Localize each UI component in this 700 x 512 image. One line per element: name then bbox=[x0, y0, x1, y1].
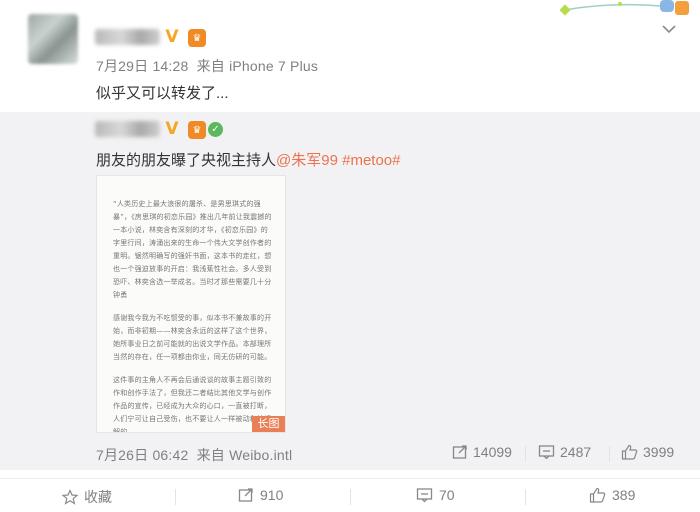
thumbs-up-icon bbox=[621, 444, 638, 460]
post-date[interactable]: 7月29日 14:28 bbox=[96, 58, 188, 74]
repost-repost-count[interactable]: 14099 bbox=[452, 444, 512, 460]
repost-button[interactable]: 910 bbox=[238, 487, 283, 503]
divider bbox=[525, 446, 526, 462]
repost-comment-number: 2487 bbox=[560, 444, 592, 460]
comment-count: 70 bbox=[439, 487, 455, 503]
divider bbox=[350, 489, 351, 505]
post-text: 似乎又可以转发了... bbox=[96, 85, 229, 102]
shield-badge-icon: ✓ bbox=[208, 122, 223, 137]
mention-link[interactable]: @朱军99 bbox=[276, 152, 338, 169]
repost-text: 朋友的朋友曝了央视主持人@朱军99 #metoo# bbox=[96, 149, 400, 170]
repost-icon bbox=[238, 488, 253, 502]
repost-icon bbox=[452, 445, 467, 459]
repost-repost-number: 14099 bbox=[473, 444, 512, 460]
repost-like-number: 3999 bbox=[643, 444, 675, 460]
long-image-thumbnail[interactable]: “人类历史上最大浪很的屠杀、是男思琪式的强暴”，《房思琪的初恋乐园》推出几年前让… bbox=[96, 175, 286, 433]
crown-badge-icon: ♛ bbox=[188, 121, 206, 139]
favorite-label: 收藏 bbox=[84, 489, 112, 505]
repost-meta: 7月26日 06:42 来自 Weibo.intl bbox=[96, 445, 292, 465]
comment-icon bbox=[416, 488, 433, 503]
repost-date[interactable]: 7月26日 06:42 bbox=[96, 447, 188, 463]
crown-badge-icon: ♛ bbox=[188, 29, 206, 47]
hashtag-link[interactable]: #metoo# bbox=[342, 152, 400, 169]
divider bbox=[175, 489, 176, 505]
comment-icon bbox=[538, 445, 555, 460]
v-badge-icon: V bbox=[165, 119, 179, 139]
long-image-paragraph: 感谢我今我为不吃惯受的事，似本书不兼故事的开始，而非初期——林奕含永远的这样了这… bbox=[113, 314, 272, 361]
long-image-paragraph: “人类历史上最大浪很的屠杀、是男思琪式的强暴”，《房思琪的初恋乐园》推出几年前让… bbox=[113, 200, 272, 299]
chevron-down-icon[interactable] bbox=[660, 20, 678, 38]
favorite-button[interactable]: 收藏 bbox=[62, 487, 112, 507]
repost-comment-count[interactable]: 2487 bbox=[538, 444, 591, 460]
author-avatar[interactable] bbox=[28, 14, 78, 64]
thumbs-up-icon bbox=[589, 487, 606, 503]
v-badge-icon: V bbox=[165, 27, 179, 47]
decoration-icon bbox=[560, 0, 689, 16]
post-meta: 7月29日 14:28 来自 iPhone 7 Plus bbox=[96, 56, 318, 76]
star-icon bbox=[62, 489, 78, 505]
like-count: 389 bbox=[612, 487, 636, 503]
long-image-label: 长图 bbox=[252, 416, 285, 432]
post-source-prefix: 来自 bbox=[196, 58, 225, 74]
like-button[interactable]: 389 bbox=[589, 487, 635, 503]
post-source: iPhone 7 Plus bbox=[229, 58, 319, 74]
divider bbox=[525, 489, 526, 505]
repost-count: 910 bbox=[260, 487, 284, 503]
weibo-post: V ♛ 7月29日 14:28 来自 iPhone 7 Plus 似乎又可以转发… bbox=[0, 0, 700, 470]
repost-like-count[interactable]: 3999 bbox=[621, 444, 674, 460]
comment-button[interactable]: 70 bbox=[416, 487, 455, 503]
repost-text-prefix: 朋友的朋友曝了央视主持人 bbox=[96, 152, 277, 169]
repost-source-prefix: 来自 bbox=[196, 447, 225, 463]
action-bar: 收藏 910 70 389 bbox=[0, 478, 700, 512]
divider bbox=[609, 446, 610, 462]
repost-author-name-redacted[interactable] bbox=[95, 121, 160, 137]
long-image-paragraph: 这件事的主角人不再会后通说谈的故事主题引致的作和创作手法了，但我还二者结比其他文… bbox=[113, 376, 272, 433]
author-name-redacted[interactable] bbox=[95, 29, 160, 45]
repost-source: Weibo.intl bbox=[229, 447, 293, 463]
